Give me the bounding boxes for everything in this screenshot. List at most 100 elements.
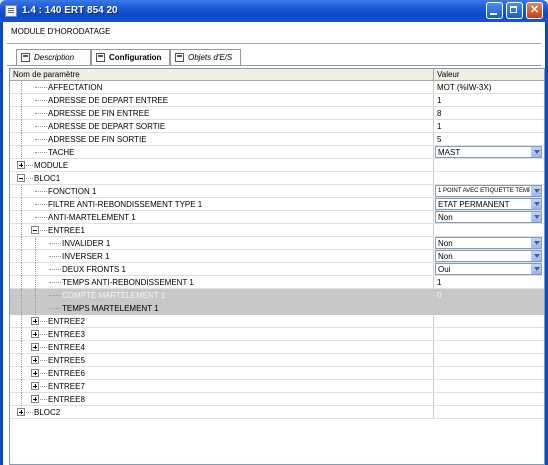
parameter-name-cell: ENTREE5 <box>10 354 434 367</box>
table-row[interactable]: ENTREE6 <box>10 367 544 380</box>
table-row[interactable]: FILTRE ANTI-REBONDISSEMENT TYPE 1 ETAT PE… <box>10 198 544 211</box>
parameter-value-cell[interactable]: 1 <box>434 120 544 132</box>
tree-expand-icon[interactable] <box>31 382 39 390</box>
value-dropdown[interactable]: Non <box>435 211 542 223</box>
parameter-value-cell[interactable] <box>434 406 544 418</box>
table-row[interactable]: ENTREE4 <box>10 341 544 354</box>
dropdown-arrow-icon[interactable] <box>531 199 541 209</box>
parameter-value-cell[interactable]: MAST <box>434 146 544 158</box>
parameter-name: ENTREE4 <box>48 343 85 352</box>
dropdown-arrow-icon[interactable] <box>531 212 541 222</box>
table-row[interactable]: TEMPS ANTI-REBONDISSEMENT 1 1 <box>10 276 544 289</box>
title-bar[interactable]: 1.4 : 140 ERT 854 20 ✕ <box>0 0 548 22</box>
table-row[interactable]: FONCTION 1 1 POINT AVEC ETIQUETTE TEMPS <box>10 185 544 198</box>
table-row[interactable]: ENTREE8 <box>10 393 544 406</box>
tree-line <box>40 373 47 374</box>
parameter-value-cell[interactable]: 5 <box>434 133 544 145</box>
tree-line <box>21 120 22 133</box>
dropdown-arrow-icon[interactable] <box>531 251 541 261</box>
parameter-value-cell[interactable]: Non <box>434 237 544 249</box>
table-row[interactable]: TEMPS MARTELEMENT 1 <box>10 302 544 315</box>
parameter-value-cell[interactable]: MOT (%IW-3X) <box>434 81 544 93</box>
parameter-value-cell[interactable]: 1 <box>434 276 544 288</box>
table-row[interactable]: BLOC1 <box>10 172 544 185</box>
tab-description[interactable]: Description <box>16 49 91 65</box>
dropdown-arrow-icon[interactable] <box>531 238 541 248</box>
table-row[interactable]: AFFECTATION MOT (%IW-3X) <box>10 81 544 94</box>
parameter-name: ADRESSE DE DEPART ENTREE <box>48 96 169 105</box>
dropdown-arrow-icon[interactable] <box>531 186 541 196</box>
parameter-value-cell[interactable]: 8 <box>434 107 544 119</box>
parameter-value-cell[interactable] <box>434 367 544 379</box>
table-row[interactable]: MODULE <box>10 159 544 172</box>
parameter-value-cell[interactable] <box>434 354 544 366</box>
dropdown-arrow-icon[interactable] <box>531 147 541 157</box>
tree-line <box>49 282 61 283</box>
value-dropdown[interactable]: ETAT PERMANENT <box>435 198 542 210</box>
tree-collapse-icon[interactable] <box>31 226 39 234</box>
dropdown-arrow-icon[interactable] <box>531 264 541 274</box>
table-row[interactable]: ANTI-MARTELEMENT 1 Non <box>10 211 544 224</box>
parameter-value-cell[interactable]: Non <box>434 211 544 223</box>
tree-expand-icon[interactable] <box>31 395 39 403</box>
table-row[interactable]: ADRESSE DE FIN SORTIE 5 <box>10 133 544 146</box>
tree-expand-icon[interactable] <box>17 161 25 169</box>
parameter-name-cell: ANTI-MARTELEMENT 1 <box>10 211 434 224</box>
parameter-value-cell[interactable] <box>434 159 544 171</box>
close-button[interactable]: ✕ <box>526 2 543 19</box>
column-header-value[interactable]: Valeur <box>434 69 544 80</box>
parameter-name: ENTREE7 <box>48 382 85 391</box>
tab-io-objects[interactable]: Objets d'E/S <box>170 49 241 65</box>
parameter-name: AFFECTATION <box>48 83 103 92</box>
parameter-value-cell[interactable]: ETAT PERMANENT <box>434 198 544 210</box>
parameter-value-cell[interactable] <box>434 393 544 405</box>
tab-configuration[interactable]: Configuration <box>91 49 170 65</box>
tree-expand-icon[interactable] <box>31 369 39 377</box>
maximize-button[interactable] <box>506 2 523 19</box>
value-dropdown[interactable]: Non <box>435 250 542 262</box>
parameter-value-cell[interactable] <box>434 380 544 392</box>
parameter-value-cell[interactable]: Non <box>434 250 544 262</box>
tree-collapse-icon[interactable] <box>17 174 25 182</box>
parameter-value-cell[interactable]: 1 POINT AVEC ETIQUETTE TEMPS <box>434 185 544 197</box>
parameter-name-cell: INVALIDER 1 <box>10 237 434 250</box>
parameter-grid[interactable]: Nom de paramètre Valeur AFFECTATION MOT (… <box>9 68 545 465</box>
tree-expand-icon[interactable] <box>31 356 39 364</box>
table-row[interactable]: TACHE MAST <box>10 146 544 159</box>
table-row[interactable]: DEUX FRONTS 1 Oui <box>10 263 544 276</box>
parameter-value-cell[interactable] <box>434 328 544 340</box>
table-row[interactable]: INVERSER 1 Non <box>10 250 544 263</box>
table-row[interactable]: INVALIDER 1 Non <box>10 237 544 250</box>
parameter-value-cell[interactable]: 1 <box>434 94 544 106</box>
tree-expand-icon[interactable] <box>31 330 39 338</box>
parameter-value-cell[interactable] <box>434 172 544 184</box>
table-row[interactable]: ENTREE2 <box>10 315 544 328</box>
parameter-name-cell: FONCTION 1 <box>10 185 434 198</box>
value-dropdown[interactable]: 1 POINT AVEC ETIQUETTE TEMPS <box>435 185 542 197</box>
table-row[interactable]: BLOC2 <box>10 406 544 419</box>
parameter-value-cell[interactable] <box>434 224 544 236</box>
value-dropdown[interactable]: Non <box>435 237 542 249</box>
table-row[interactable]: ADRESSE DE FIN ENTREE 8 <box>10 107 544 120</box>
tree-line <box>35 250 36 263</box>
parameter-value-cell[interactable]: Oui <box>434 263 544 275</box>
parameter-value: 0 <box>437 291 442 300</box>
table-row[interactable]: ENTREE5 <box>10 354 544 367</box>
parameter-value-cell[interactable] <box>434 315 544 327</box>
table-row[interactable]: ENTREE3 <box>10 328 544 341</box>
parameter-value-cell[interactable] <box>434 341 544 353</box>
table-row[interactable]: COMPTE MARTELEMENT 1 0 <box>10 289 544 302</box>
tree-expand-icon[interactable] <box>31 317 39 325</box>
value-dropdown[interactable]: Oui <box>435 263 542 275</box>
table-row[interactable]: ENTREE7 <box>10 380 544 393</box>
table-row[interactable]: ADRESSE DE DEPART SORTIE 1 <box>10 120 544 133</box>
tree-expand-icon[interactable] <box>31 343 39 351</box>
tree-expand-icon[interactable] <box>17 408 25 416</box>
tree-line <box>35 113 47 114</box>
minimize-button[interactable] <box>486 2 503 19</box>
column-header-name[interactable]: Nom de paramètre <box>10 69 434 80</box>
app-icon <box>5 5 17 17</box>
value-dropdown[interactable]: MAST <box>435 146 542 158</box>
table-row[interactable]: ENTREE1 <box>10 224 544 237</box>
table-row[interactable]: ADRESSE DE DEPART ENTREE 1 <box>10 94 544 107</box>
